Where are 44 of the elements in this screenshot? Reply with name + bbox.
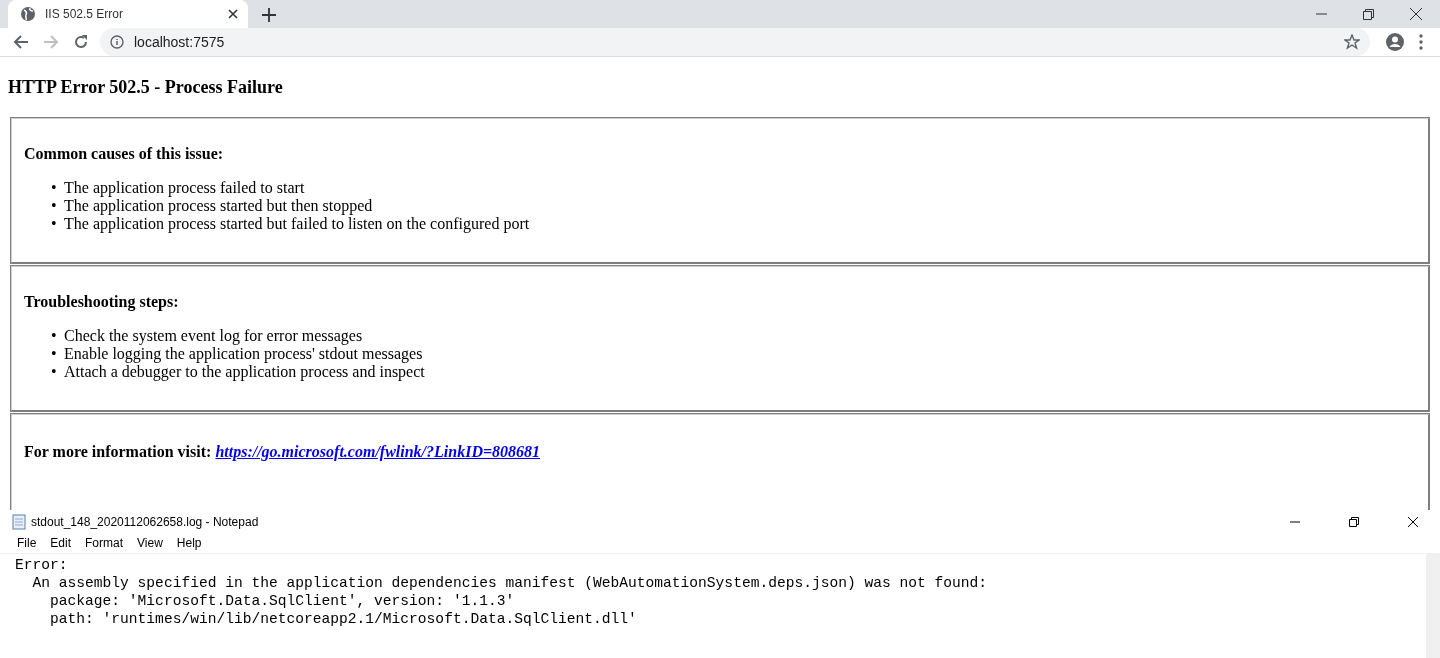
info-link[interactable]: https://go.microsoft.com/fwlink/?LinkID=808681 xyxy=(215,443,541,460)
menu-item[interactable]: Edit xyxy=(43,536,79,550)
bullet: • xyxy=(51,197,58,215)
log-line: An assembly specified in the application dependencies manifest (WebAutomationSystem.deps.json) was not found: xyxy=(31,575,988,591)
section-title: Troubleshooting steps: xyxy=(24,293,180,311)
info-label: For more information visit: xyxy=(24,443,212,460)
close-icon[interactable] xyxy=(1408,516,1418,527)
list-item: The application process failed to start xyxy=(64,179,305,197)
log-line: path: 'runtimes/win/lib/netcoreapp2.1/Microsoft.Data.SqlClient.dll' xyxy=(49,611,637,627)
close-icon[interactable] xyxy=(1410,8,1422,20)
list-item: Enable logging the application process' stdout messages xyxy=(64,345,423,363)
menu-item[interactable]: File xyxy=(10,536,44,550)
log-line: Error: xyxy=(15,557,68,573)
bullet: • xyxy=(51,327,58,345)
browser-tab[interactable]: IIS 502.5 Error xyxy=(8,0,248,28)
more-icon[interactable] xyxy=(1419,34,1423,50)
list-item: The application process started but then stopped xyxy=(64,197,373,215)
info-icon[interactable] xyxy=(110,35,124,49)
bullet: • xyxy=(51,345,58,363)
plus-icon[interactable] xyxy=(262,8,276,22)
list-item: The application process started but failed to listen on the configured port xyxy=(64,215,530,233)
address-bar[interactable]: localhost:7575 xyxy=(100,28,1370,56)
list-item: Check the system event log for error messages xyxy=(64,327,363,345)
restore-icon[interactable] xyxy=(1363,8,1374,20)
bullet: • xyxy=(51,179,58,197)
account-icon[interactable] xyxy=(1385,32,1405,52)
restore-icon[interactable] xyxy=(1349,516,1359,527)
list-item: Attach a debugger to the application process and inspect xyxy=(64,363,425,381)
tab-title: IIS 502.5 Error xyxy=(45,7,125,21)
log-line: package: 'Microsoft.Data.SqlClient', version: '1.1.3' xyxy=(49,593,515,609)
reload-icon[interactable] xyxy=(73,34,89,50)
back-icon[interactable] xyxy=(13,34,29,50)
menu-item[interactable]: View xyxy=(130,536,170,550)
star-icon[interactable] xyxy=(1344,34,1360,50)
page-heading: HTTP Error 502.5 - Process Failure xyxy=(8,77,284,98)
bullet: • xyxy=(51,363,58,381)
bullet: • xyxy=(51,215,58,233)
menu-item[interactable]: Help xyxy=(169,536,209,550)
globe-icon xyxy=(20,6,36,22)
menu-item[interactable]: Format xyxy=(78,536,131,550)
section-title: Common causes of this issue: xyxy=(24,145,225,163)
window-title: stdout_148_2020112062658.log - Notepad xyxy=(31,514,260,529)
notepad-icon xyxy=(12,513,26,530)
close-icon[interactable] xyxy=(228,9,238,19)
